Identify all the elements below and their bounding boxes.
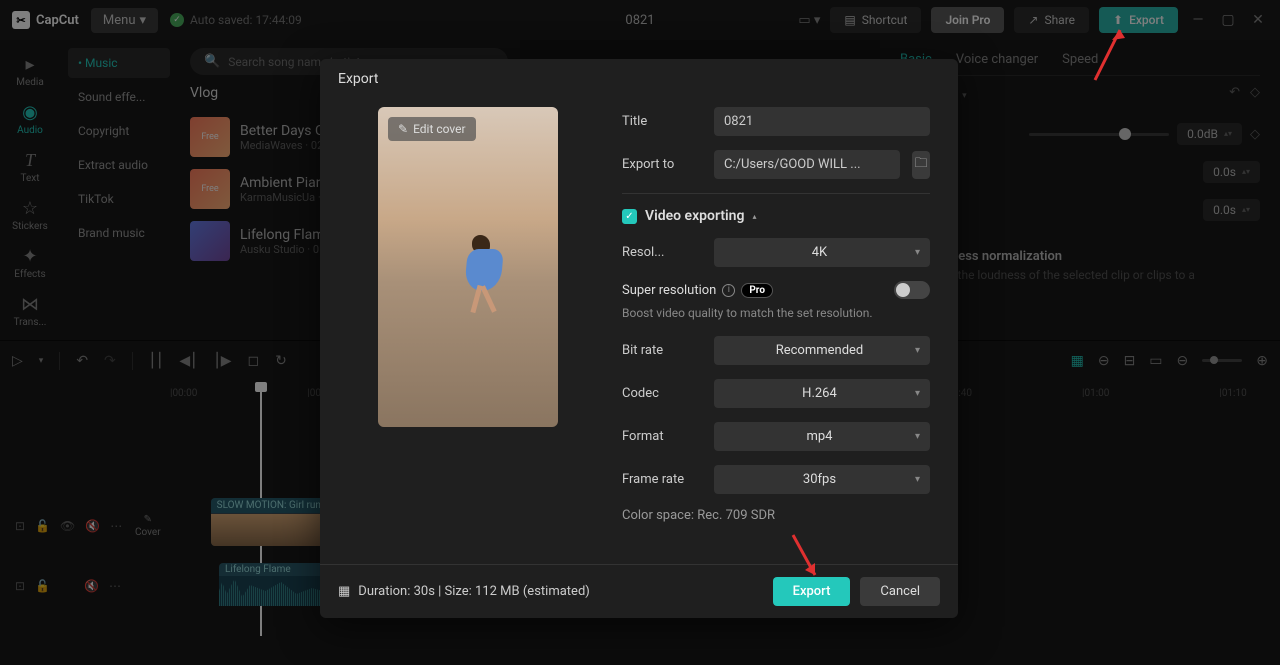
dialog-export-button[interactable]: Export — [773, 577, 851, 606]
pro-badge: Pro — [741, 283, 773, 298]
folder-icon: 🗀 — [914, 154, 927, 176]
framerate-select[interactable]: 30fps▾ — [714, 465, 930, 494]
resolution-select[interactable]: 4K▾ — [714, 238, 930, 267]
chevron-down-icon: ▾ — [915, 247, 920, 258]
title-input[interactable] — [714, 107, 930, 136]
export-path-input[interactable] — [714, 150, 900, 179]
cover-preview: ✎ Edit cover — [378, 107, 558, 427]
export-info: Duration: 30s | Size: 112 MB (estimated) — [358, 584, 590, 599]
video-export-checkbox[interactable]: ✓ — [622, 209, 637, 224]
format-select[interactable]: mp4▾ — [714, 422, 930, 451]
film-icon: ▦ — [338, 584, 350, 599]
collapse-icon[interactable]: ▴ — [752, 212, 756, 221]
info-icon[interactable]: i — [722, 284, 735, 297]
codec-select[interactable]: H.264▾ — [714, 379, 930, 408]
bitrate-select[interactable]: Recommended▾ — [714, 336, 930, 365]
export-dialog: Export ✎ Edit cover Title Export to 🗀 — [320, 59, 958, 618]
dialog-title: Export — [320, 59, 958, 99]
color-space-text: Color space: Rec. 709 SDR — [622, 508, 930, 523]
browse-folder-button[interactable]: 🗀 — [912, 151, 930, 179]
edit-cover-button[interactable]: ✎ Edit cover — [388, 117, 476, 141]
dialog-cancel-button[interactable]: Cancel — [860, 577, 940, 606]
pencil-icon: ✎ — [398, 122, 408, 136]
super-resolution-toggle[interactable] — [894, 281, 930, 299]
